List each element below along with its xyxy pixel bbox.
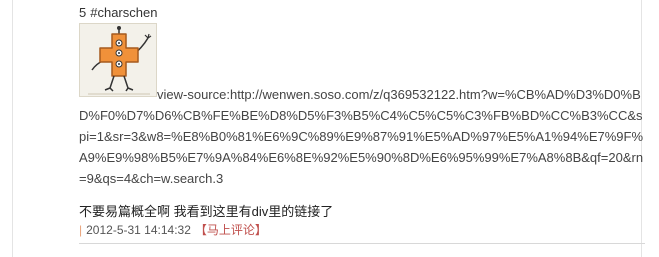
- avatar: [79, 23, 157, 97]
- comment-message: 不要易篇概全啊 我看到这里有div里的链接了: [79, 204, 334, 219]
- cartoon-cross-creature-icon: [88, 26, 152, 95]
- reply-link[interactable]: 【马上评论】: [195, 223, 267, 237]
- comment-body: view-source:http://wenwen.soso.com/z/q36…: [79, 23, 644, 189]
- comment-index: 5: [79, 5, 87, 20]
- comment-meta: | 2012-5-31 14:14:32 【马上评论】: [79, 222, 644, 238]
- comment-timestamp: 2012-5-31 14:14:32: [86, 223, 191, 237]
- comment-url-text: view-source:http://wenwen.soso.com/z/q36…: [79, 87, 644, 186]
- comment-entry: 5 #charschen view-source:http://wenwen.s…: [79, 5, 644, 238]
- comment-divider: [79, 243, 645, 244]
- comment-author: #charschen: [90, 5, 158, 20]
- left-border-line: [12, 0, 13, 257]
- comment-header: 5 #charschen: [79, 5, 644, 21]
- meta-separator: |: [79, 223, 83, 237]
